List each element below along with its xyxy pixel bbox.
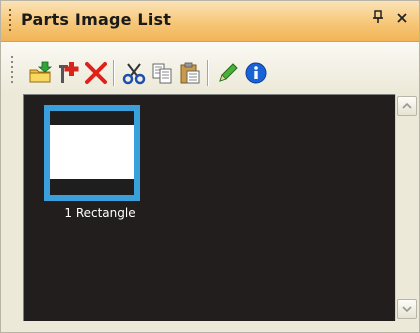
close-icon: [397, 13, 407, 23]
chevron-down-icon: [402, 306, 412, 313]
vertical-scrollbar[interactable]: [395, 94, 417, 321]
edit-pencil-icon: [219, 63, 238, 82]
chevron-up-icon: [402, 102, 412, 109]
thumbnail-preview: [50, 111, 134, 195]
parts-image-list-panel: Parts Image List 1 Rectangle: [0, 0, 420, 333]
delete-button[interactable]: [83, 60, 109, 86]
list-item-thumbnail[interactable]: [44, 105, 140, 201]
list-item-label: 1 Rectangle: [64, 206, 136, 220]
close-button[interactable]: [393, 9, 411, 29]
rectangle-shape-preview: [50, 125, 134, 179]
toolbar-grip[interactable]: [9, 56, 15, 84]
import-image-button[interactable]: [27, 60, 53, 86]
panel-titlebar[interactable]: Parts Image List: [1, 1, 419, 42]
panel-toolbar: [1, 42, 419, 94]
scroll-up-button[interactable]: [397, 96, 417, 116]
paste-icon: [180, 62, 200, 84]
panel-title: Parts Image List: [21, 10, 172, 29]
info-button[interactable]: [243, 60, 269, 86]
delete-icon: [85, 62, 107, 84]
parts-image-list-view[interactable]: 1 Rectangle: [23, 94, 396, 321]
paste-button[interactable]: [177, 60, 203, 86]
edit-button[interactable]: [215, 60, 241, 86]
info-icon: [245, 62, 267, 84]
pin-icon: [373, 10, 383, 23]
cut-icon: [122, 63, 146, 85]
scroll-down-button[interactable]: [397, 299, 417, 319]
import-image-icon: [29, 61, 52, 83]
copy-button[interactable]: [149, 60, 175, 86]
add-part-icon: [59, 62, 79, 83]
add-part-button[interactable]: [55, 60, 81, 86]
toolbar-separator: [207, 60, 209, 86]
pin-button[interactable]: [369, 9, 387, 29]
toolbar-separator: [113, 60, 115, 86]
titlebar-grip[interactable]: [7, 9, 13, 33]
copy-icon: [152, 63, 172, 84]
cut-button[interactable]: [121, 60, 147, 86]
